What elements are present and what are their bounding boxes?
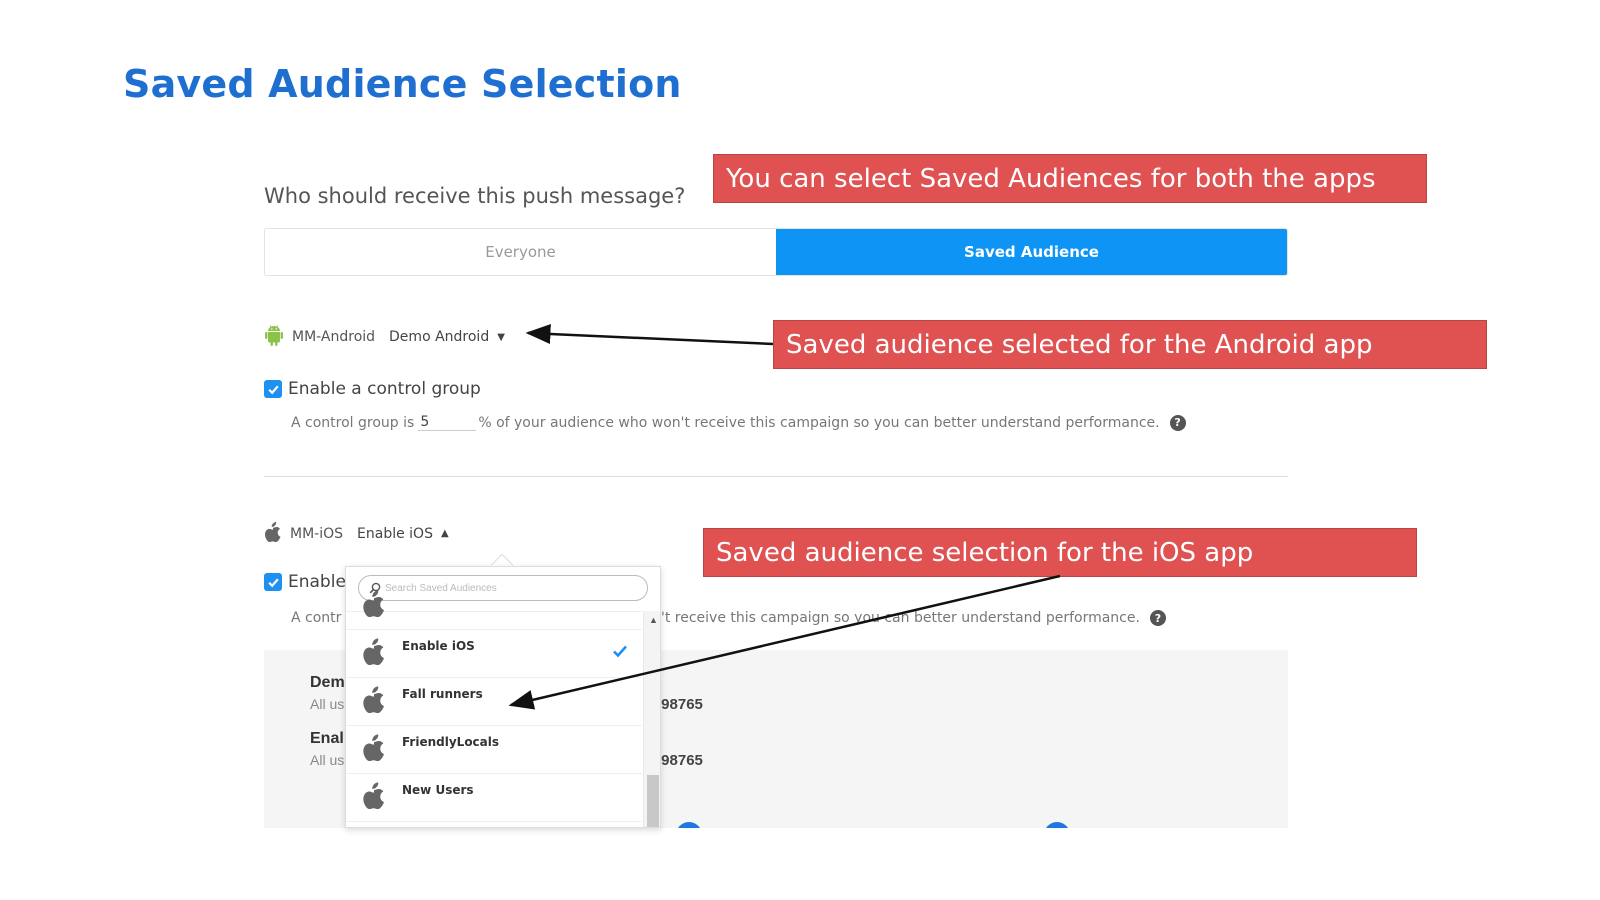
ios-app-name: MM-iOS [290, 525, 344, 542]
help-prefix: A contr [291, 610, 342, 626]
help-suffix: % of your audience who won't receive thi… [478, 414, 1160, 431]
check-icon [612, 644, 628, 663]
ios-control-help-suffix: 't receive this campaign so you can bett… [661, 610, 1166, 626]
check-icon [267, 578, 279, 587]
help-suffix: 't receive this campaign so you can bett… [661, 610, 1140, 626]
check-icon [267, 385, 279, 394]
scroll-thumb[interactable] [647, 775, 659, 827]
caret-up-icon[interactable]: ▲ [649, 615, 658, 625]
ios-control-group: Enable [264, 572, 346, 592]
audience-list: Enable iOS Fall runners FriendlyLocals N… [346, 590, 642, 827]
apple-icon [264, 521, 282, 546]
callout-android: Saved audience selected for the Android … [773, 320, 1487, 369]
everyone-option[interactable]: Everyone [265, 229, 776, 275]
android-control-label: Enable a control group [288, 379, 481, 399]
section-divider [264, 476, 1288, 477]
apple-icon [362, 685, 386, 718]
android-control-help: A control group is % of your audience wh… [291, 414, 1186, 431]
apple-icon [362, 733, 386, 766]
dropdown-scrollbar[interactable]: ▲ [643, 611, 660, 827]
caret-up-icon[interactable]: ▲ [441, 528, 449, 539]
arrow-android [525, 324, 774, 346]
summary-row-sub: All us [310, 696, 345, 712]
list-item-label: Enable iOS [402, 638, 475, 653]
help-icon[interactable]: ? [1169, 414, 1186, 431]
list-item-new-users[interactable]: New Users [346, 774, 642, 822]
android-control-checkbox[interactable] [264, 380, 282, 398]
list-item-label: FriendlyLocals [402, 734, 500, 749]
callout-ios: Saved audience selection for the iOS app [703, 528, 1417, 577]
android-app-name: MM-Android [292, 329, 376, 345]
summary-row-sub: All us [310, 752, 345, 768]
clip-mask [0, 828, 1600, 900]
ios-control-checkbox[interactable] [264, 573, 282, 591]
list-item-friendlylocals[interactable]: FriendlyLocals [346, 726, 642, 774]
android-app-row: MM-Android Demo Android ▼ [264, 324, 505, 350]
caret-down-icon[interactable]: ▼ [497, 332, 505, 343]
ios-control-label: Enable [288, 572, 346, 592]
android-icon [264, 324, 284, 350]
saved-audience-dropdown: Enable iOS Fall runners FriendlyLocals N… [345, 566, 661, 828]
summary-row-title: Dem [310, 674, 345, 691]
apple-icon [362, 637, 386, 670]
apple-icon [362, 589, 386, 622]
list-item-label: New Users [402, 782, 474, 797]
slide-title: Saved Audience Selection [123, 62, 682, 106]
callout-both-apps: You can select Saved Audiences for both … [713, 154, 1427, 203]
list-item-partial[interactable] [346, 582, 642, 630]
ios-audience-select[interactable]: Enable iOS [357, 526, 433, 542]
summary-row-title: Enal [310, 730, 344, 747]
list-item-enable-ios[interactable]: Enable iOS [346, 630, 642, 678]
audience-question: Who should receive this push message? [264, 184, 686, 208]
ios-app-row: MM-iOS Enable iOS ▲ [264, 521, 449, 546]
apple-icon [362, 781, 386, 814]
control-percent-input[interactable] [418, 414, 477, 431]
android-control-group: Enable a control group [264, 379, 481, 399]
saved-audience-option[interactable]: Saved Audience [776, 229, 1287, 275]
help-prefix: A control group is [291, 414, 415, 431]
audience-toggle: Everyone Saved Audience [264, 228, 1288, 276]
list-item-fall-runners[interactable]: Fall runners [346, 678, 642, 726]
help-icon[interactable]: ? [1149, 610, 1166, 626]
ios-control-help-prefix: A contr [291, 610, 341, 626]
android-audience-select[interactable]: Demo Android [389, 329, 489, 345]
list-item-label: Fall runners [402, 686, 483, 701]
